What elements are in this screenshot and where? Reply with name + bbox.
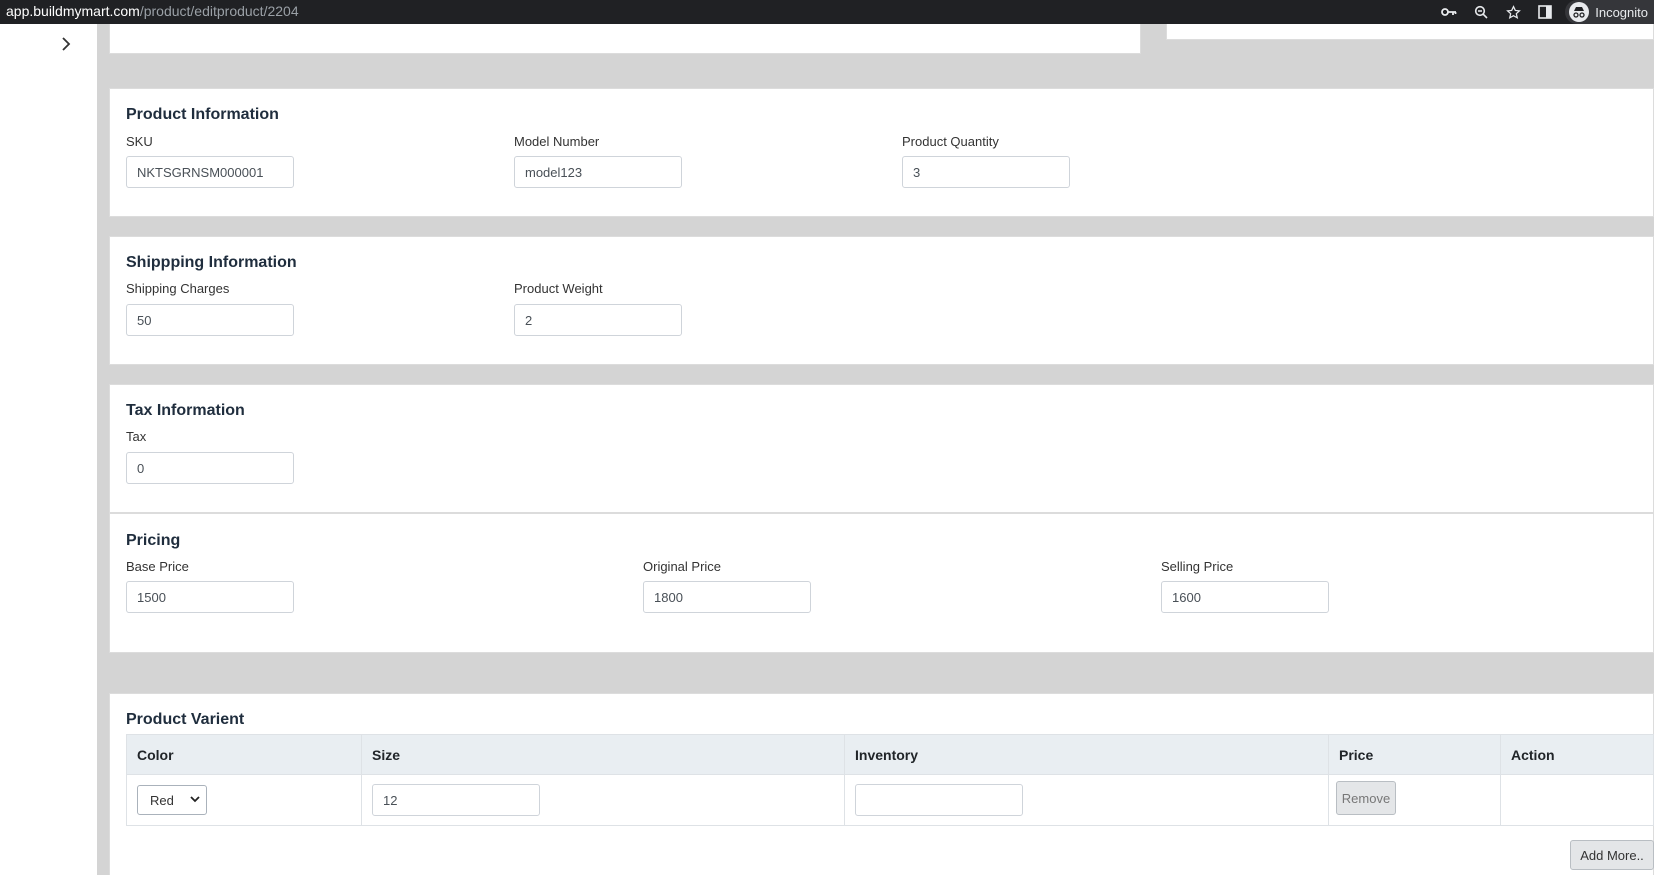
product-weight-input[interactable]: 2: [514, 304, 682, 336]
color-select-value: Red: [150, 792, 174, 808]
shipping-charges-label: Shipping Charges: [126, 281, 230, 296]
pricing-card: [109, 513, 1654, 653]
incognito-label: Incognito: [1595, 4, 1648, 20]
product-information-title: Product Information: [126, 106, 279, 123]
shipping-information-title: Shippping Information: [126, 254, 297, 271]
model-number-input[interactable]: model123: [514, 156, 682, 188]
side-card-bottom: [1166, 24, 1654, 40]
remove-button[interactable]: Remove: [1336, 781, 1396, 815]
base-price-input[interactable]: 1500: [126, 581, 294, 613]
product-quantity-input[interactable]: 3: [902, 156, 1070, 188]
selling-price-input[interactable]: 1600: [1161, 581, 1329, 613]
product-information-card: [109, 88, 1654, 217]
shipping-information-card: [109, 236, 1654, 365]
tax-information-card: [109, 384, 1654, 513]
tax-input[interactable]: 0: [126, 452, 294, 484]
product-quantity-label: Product Quantity: [902, 134, 999, 149]
color-select[interactable]: Red: [137, 785, 207, 815]
original-price-input[interactable]: 1800: [643, 581, 811, 613]
variant-table: Color Size Inventory Price Action Red 12…: [126, 734, 1654, 826]
pricing-title: Pricing: [126, 532, 181, 549]
variant-table-header: Color Size Inventory Price Action: [127, 735, 1653, 775]
chevron-right-icon[interactable]: [56, 34, 76, 54]
column-header-action: Action: [1511, 747, 1555, 763]
previous-card-bottom: [109, 24, 1141, 54]
sidebar: [0, 24, 97, 875]
tax-information-title: Tax Information: [126, 402, 245, 419]
original-price-label: Original Price: [643, 559, 722, 574]
star-icon[interactable]: [1497, 0, 1529, 24]
column-header-inventory: Inventory: [845, 735, 1329, 775]
column-header-size: Size: [362, 735, 845, 775]
column-header-price: Price: [1329, 735, 1501, 775]
base-price-label: Base Price: [126, 559, 189, 574]
tax-label: Tax: [126, 429, 147, 444]
size-input[interactable]: 12: [372, 784, 540, 816]
address-bar[interactable]: app.buildmymart.com/product/editproduct/…: [6, 3, 299, 19]
table-cell-size: 12: [362, 775, 845, 825]
model-number-label: Model Number: [514, 134, 600, 149]
zoom-icon[interactable]: [1465, 0, 1497, 24]
browser-url-bar: app.buildmymart.com/product/editproduct/…: [0, 0, 1654, 24]
table-cell-action: [1501, 775, 1654, 825]
product-weight-label: Product Weight: [514, 281, 603, 296]
sidepanel-icon[interactable]: [1529, 0, 1561, 24]
product-variant-title: Product Varient: [126, 711, 245, 728]
url-host: app.buildmymart.com: [6, 3, 140, 19]
column-header-color: Color: [127, 735, 362, 775]
chevron-down-icon: [190, 793, 200, 807]
url-path: /product/editproduct/2204: [139, 3, 299, 19]
table-cell-color: Red: [127, 775, 362, 825]
add-more-button[interactable]: Add More..: [1570, 840, 1654, 870]
table-cell-inventory: [845, 775, 1329, 825]
shipping-charges-input[interactable]: 50: [126, 304, 294, 336]
selling-price-label: Selling Price: [1161, 559, 1234, 574]
incognito-indicator[interactable]: Incognito: [1565, 0, 1654, 24]
sku-input[interactable]: NKTSGRNSM000001: [126, 156, 294, 188]
inventory-input[interactable]: [855, 784, 1023, 816]
table-cell-price: Remove: [1329, 775, 1501, 825]
sku-label: SKU: [126, 134, 153, 149]
incognito-icon: [1569, 2, 1590, 22]
key-icon[interactable]: [1433, 0, 1465, 24]
